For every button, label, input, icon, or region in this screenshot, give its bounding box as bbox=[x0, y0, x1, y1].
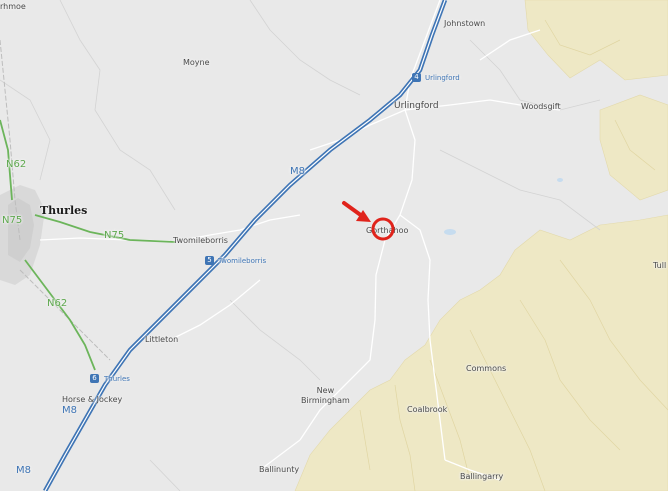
marker-circle-icon bbox=[371, 217, 395, 241]
map-canvas[interactable]: 4 5 6 Urlingford Twomileborris Thurles M… bbox=[0, 0, 668, 491]
marker-arrow-icon bbox=[342, 201, 371, 222]
location-marker[interactable] bbox=[0, 0, 668, 491]
